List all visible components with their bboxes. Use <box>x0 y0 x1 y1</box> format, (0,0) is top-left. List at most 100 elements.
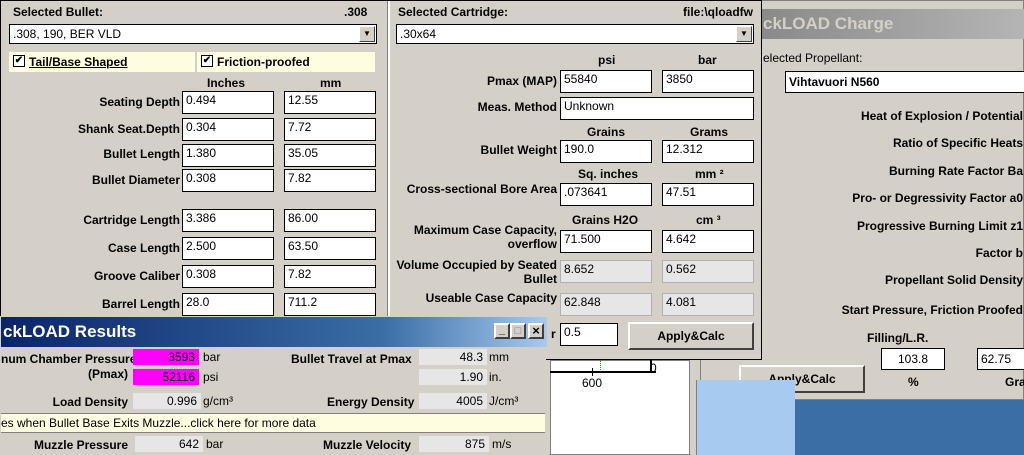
bullet-diameter-in[interactable]: 0.308 <box>182 169 274 192</box>
pmax-bar-unit: bar <box>203 350 221 364</box>
seating-depth-mm[interactable]: 12.55 <box>284 91 376 114</box>
muzzle-velocity-value: 875 <box>419 436 489 452</box>
case-length-in[interactable]: 2.500 <box>182 237 274 260</box>
close-button[interactable]: × <box>528 323 544 339</box>
filling-field[interactable]: 103.8 <box>881 348 945 370</box>
muzzle-exit-link-text: es when Bullet Base Exits Muzzle...click… <box>1 416 316 430</box>
window-edge-blue <box>696 380 795 455</box>
cartridge-length-label: Cartridge Length <box>83 213 180 227</box>
travel-in-value: 1.90 <box>419 369 487 385</box>
chart-gridline <box>600 360 602 370</box>
case-capacity-cm3[interactable]: 4.642 <box>662 230 754 253</box>
results-window-title: ckLOAD Results <box>3 322 137 341</box>
pmax-psi-unit: psi <box>203 370 219 384</box>
muzzle-exit-link[interactable]: es when Bullet Base Exits Muzzle...click… <box>1 413 545 433</box>
shank-seat-depth-mm[interactable]: 7.72 <box>284 118 376 141</box>
results-window: ckLOAD Results _ □ × num Chamber Pressur… <box>0 316 547 455</box>
muzzle-pressure-value: 642 <box>135 436 203 452</box>
travel-in-unit: in. <box>489 370 502 384</box>
cartridge-apply-calc-button[interactable]: Apply&Calc <box>628 322 754 350</box>
col-mm-header: mm <box>320 76 342 90</box>
param-b-label: Factor b <box>975 246 1023 260</box>
param-ratio-label: Ratio of Specific Heats <box>892 136 1023 150</box>
bullet-select[interactable]: .308, 190, BER VLD ▼ <box>9 24 377 44</box>
barrel-length-label: Barrel Length <box>101 297 180 311</box>
bullet-volume-grains: 8.652 <box>560 260 652 283</box>
param-density-label: Propellant Solid Density <box>884 273 1023 287</box>
load-density-value: 0.996 <box>133 393 201 409</box>
bullet-length-label: Bullet Length <box>103 147 180 161</box>
muzzle-velocity-unit: m/s <box>492 437 512 451</box>
meas-method-field[interactable]: Unknown <box>560 97 754 120</box>
pmax-psi-field[interactable]: 55840 <box>560 70 652 93</box>
cartridge-length-mm[interactable]: 86.00 <box>284 209 376 232</box>
checkmark-icon: ✔ <box>13 55 25 67</box>
chart-tick-600 <box>592 368 593 376</box>
load-density-label: Load Density <box>52 395 128 409</box>
pressure-chart: 600 0 <box>546 360 696 455</box>
bullet-weight-grains[interactable]: 190.0 <box>560 140 652 163</box>
bullet-weight-grams[interactable]: 12.312 <box>662 140 754 163</box>
cartridge-length-in[interactable]: 3.386 <box>182 209 274 232</box>
muzzle-pressure-unit: bar <box>206 437 224 451</box>
bore-area-sqin[interactable]: .073641 <box>560 183 652 206</box>
travel-mm-unit: mm <box>489 350 509 364</box>
bullet-select-value: .308, 190, BER VLD <box>13 27 122 41</box>
cartridge-select[interactable]: .30x64 ▼ <box>396 24 754 44</box>
maximize-button[interactable]: □ <box>510 323 526 339</box>
param-ba-label: Burning Rate Factor Ba <box>888 164 1023 178</box>
chevron-down-icon[interactable]: ▼ <box>359 26 375 42</box>
pmax-bar-field[interactable]: 3850 <box>662 70 754 93</box>
charge-mass-field[interactable]: 62.75 <box>977 348 1024 370</box>
panel-divider <box>387 1 390 361</box>
results-window-titlebar[interactable]: ckLOAD Results <box>1 317 547 347</box>
filling-unit: % <box>908 375 919 389</box>
useable-capacity-label: Useable Case Capacity <box>425 291 557 305</box>
filling-label: Filling/L.R. <box>867 331 929 345</box>
seating-depth-in[interactable]: 0.494 <box>182 91 274 114</box>
cartridge-select-value: .30x64 <box>400 27 437 41</box>
bullet-diameter-mm[interactable]: 7.82 <box>284 169 376 192</box>
energy-density-value: 4005 <box>419 393 487 409</box>
energy-density-unit: J/cm³ <box>489 394 519 408</box>
tail-base-checkbox[interactable]: ✔ Tail/Base Shaped <box>9 52 195 72</box>
bullet-length-in[interactable]: 1.380 <box>182 144 274 167</box>
col-psi-header: psi <box>598 53 616 67</box>
chevron-down-icon[interactable]: ▼ <box>736 26 752 42</box>
travel-mm-value: 48.3 <box>419 349 487 365</box>
groove-caliber-label: Groove Caliber <box>93 269 180 283</box>
tail-base-label: Tail/Base Shaped <box>29 55 128 69</box>
bullet-length-mm[interactable]: 35.05 <box>284 144 376 167</box>
charge-window-title: ckLOAD Charge <box>763 14 894 33</box>
friction-proofed-checkbox[interactable]: ✔ Friction-proofed <box>197 52 375 72</box>
shank-seat-depth-in[interactable]: 0.304 <box>182 118 274 141</box>
col-grains-header: Grains <box>587 125 626 139</box>
pmax-result-label-2: (Pmax) <box>87 367 128 381</box>
pmax-result-label-1: num Chamber Pressure <box>1 352 137 366</box>
col-inches-header: Inches <box>207 76 246 90</box>
selected-bullet-label: Selected Bullet: <box>13 5 104 19</box>
bore-area-mm2[interactable]: 47.51 <box>662 183 754 206</box>
chart-plot-area <box>550 360 690 455</box>
col-bar-header: bar <box>698 53 717 67</box>
minimize-button[interactable]: _ <box>494 323 510 339</box>
pmax-bar-value: 3593 <box>133 349 199 365</box>
chart-tick-label-600: 600 <box>582 376 603 390</box>
pmax-label: Pmax (MAP) <box>486 74 557 88</box>
propellant-select[interactable]: Vihtavuori N560 <box>785 71 1024 93</box>
barrel-length-in[interactable]: 28.0 <box>182 293 274 316</box>
param-heat-label: Heat of Explosion / Potential <box>860 109 1023 123</box>
travel-label: Bullet Travel at Pmax <box>291 352 412 366</box>
groove-caliber-in[interactable]: 0.308 <box>182 265 274 288</box>
case-capacity-grains[interactable]: 71.500 <box>560 230 652 253</box>
useable-capacity-cm3: 4.081 <box>662 293 754 316</box>
col-sqin-header: Sq. inches <box>578 167 639 181</box>
bore-area-label: Cross-sectional Bore Area <box>406 182 557 196</box>
case-length-mm[interactable]: 63.50 <box>284 237 376 260</box>
factor-label: r <box>551 327 556 341</box>
bullet-volume-label-1: Volume Occupied by Seated <box>396 258 558 272</box>
groove-caliber-mm[interactable]: 7.82 <box>284 265 376 288</box>
barrel-length-mm[interactable]: 711.2 <box>284 293 376 316</box>
chart-x-axis <box>550 371 656 373</box>
factor-field[interactable]: 0.5 <box>560 323 618 346</box>
